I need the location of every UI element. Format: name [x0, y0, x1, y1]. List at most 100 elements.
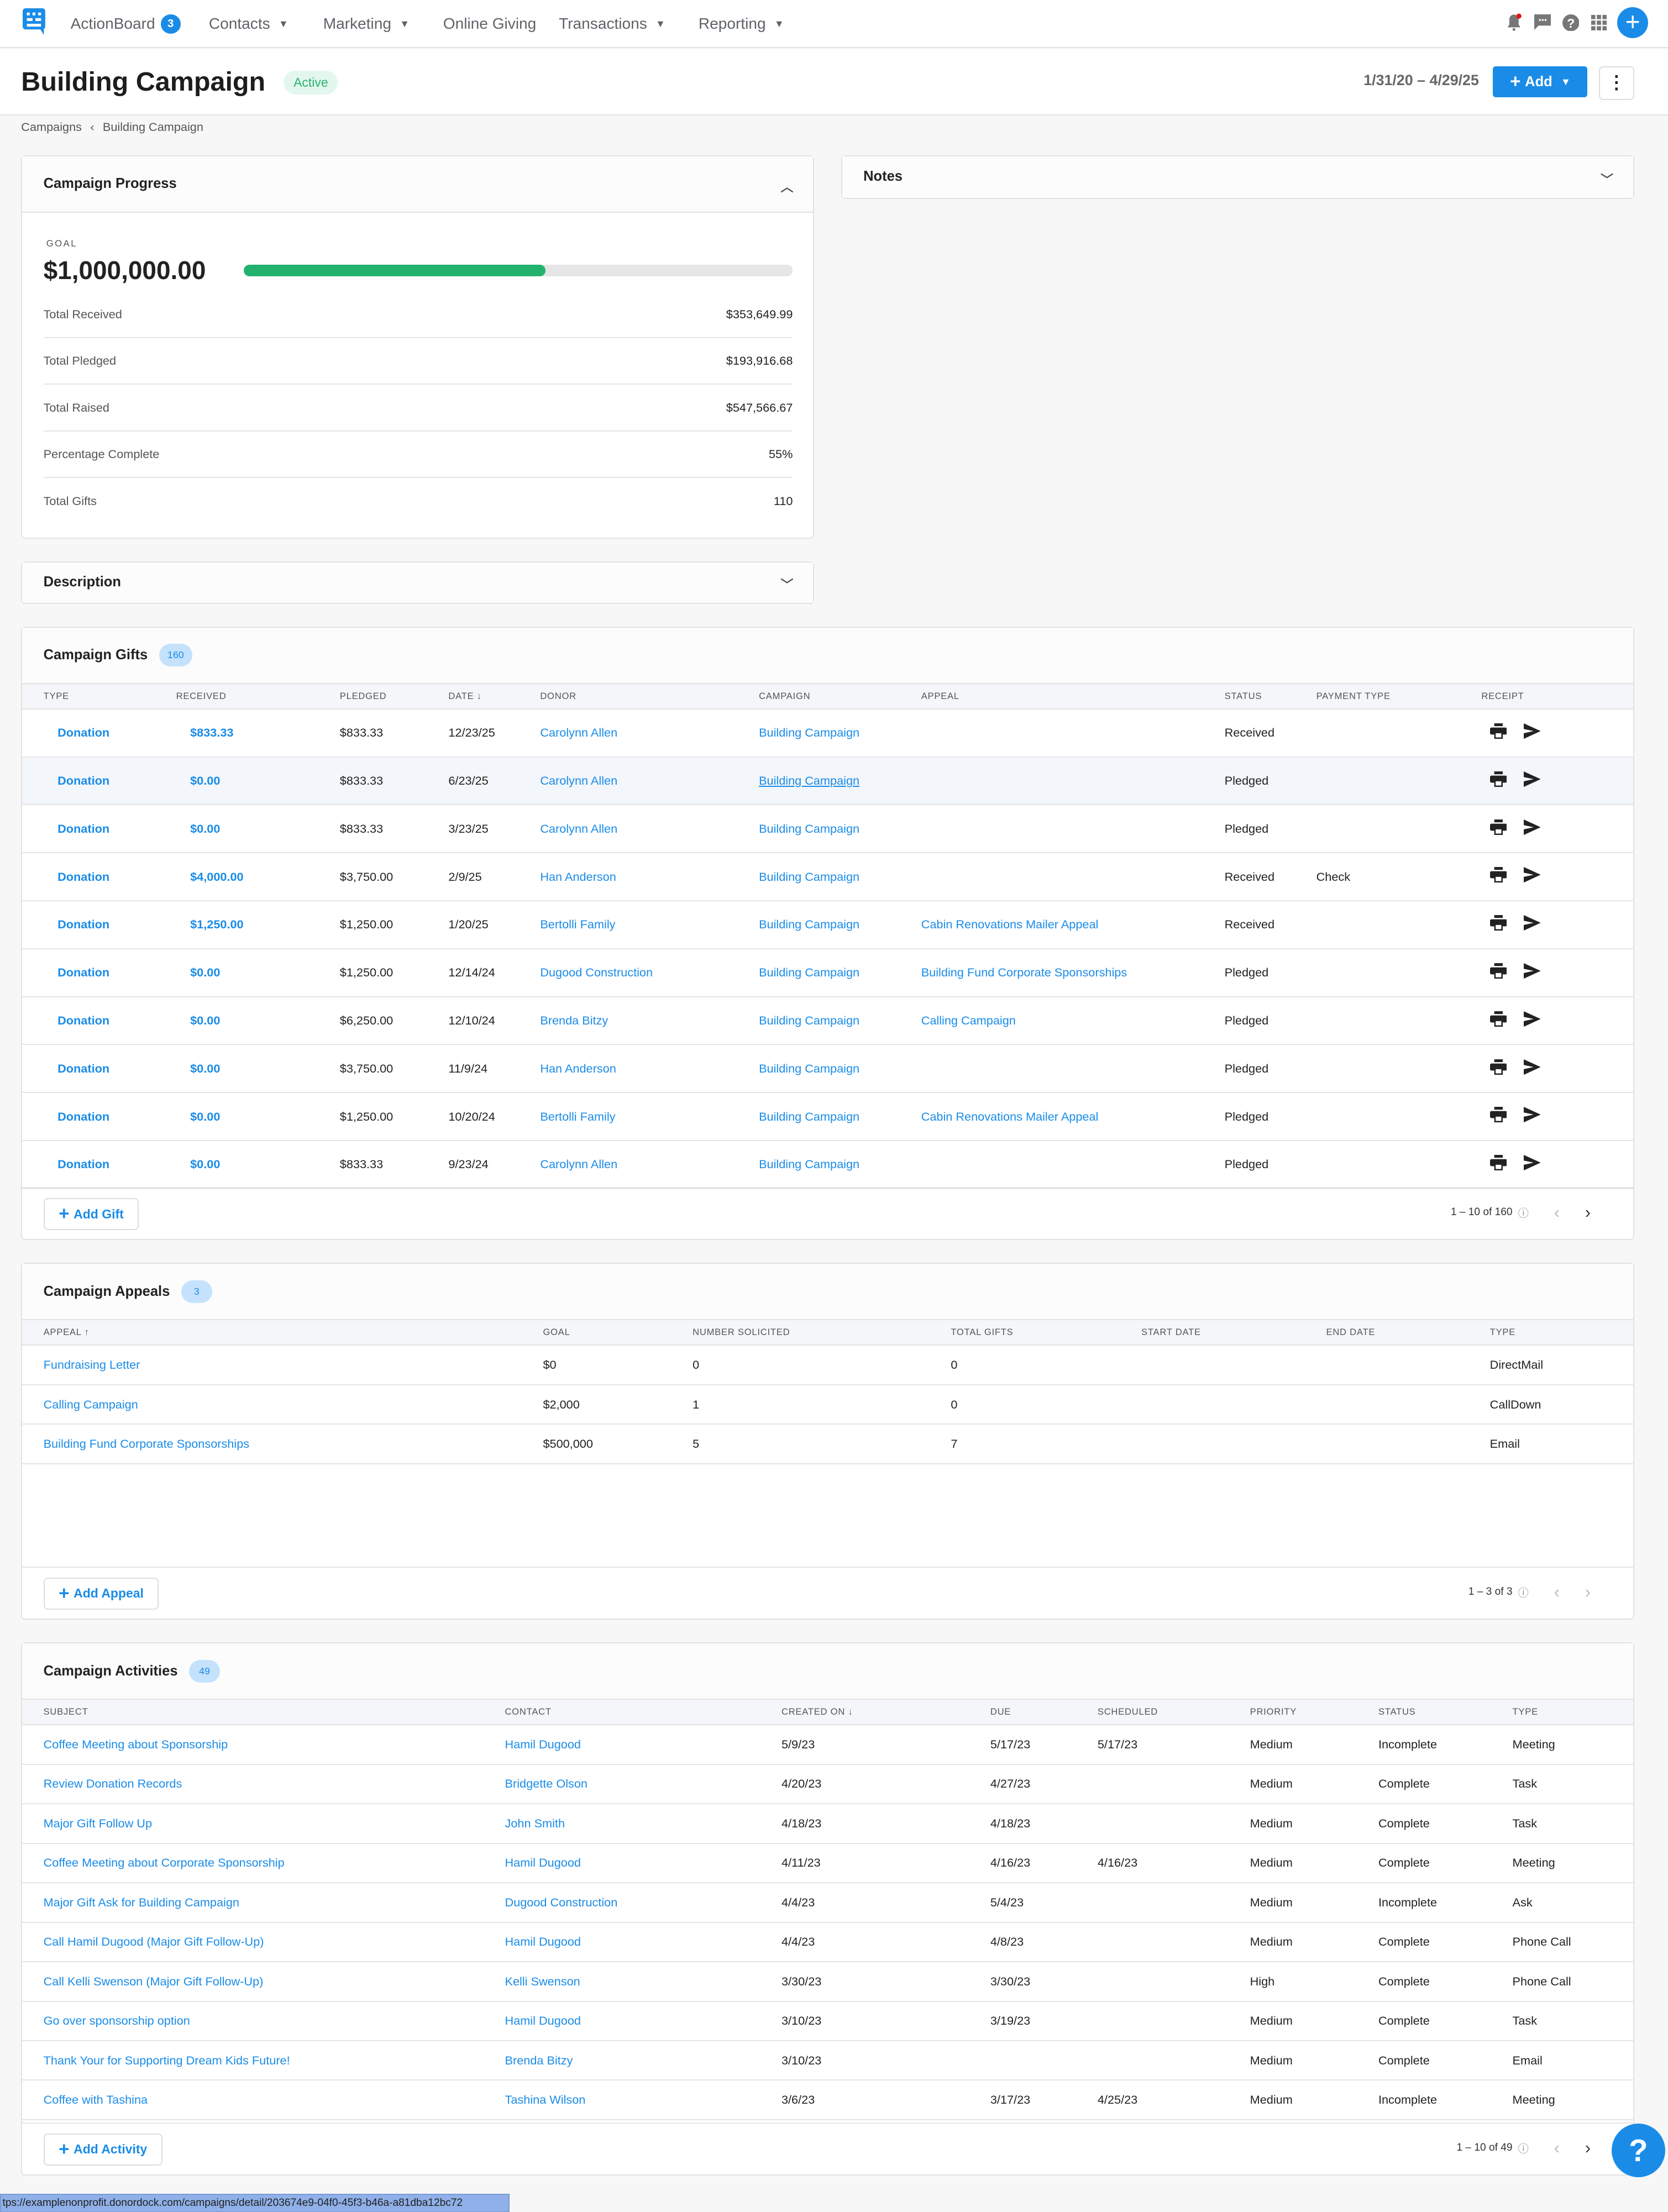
column-header[interactable]: Contact [505, 1706, 781, 1717]
column-header[interactable]: Payment Type [1316, 691, 1482, 702]
send-receipt-icon[interactable] [1524, 771, 1541, 790]
print-receipt-icon[interactable] [1490, 819, 1507, 838]
column-header[interactable]: Priority [1250, 1706, 1378, 1717]
received-amount[interactable]: $0.00 [176, 1110, 340, 1124]
column-header[interactable]: Scheduled [1098, 1706, 1250, 1717]
column-header[interactable]: Status [1225, 691, 1316, 702]
column-header[interactable]: End Date [1326, 1327, 1490, 1338]
donor-link[interactable]: Dugood Construction [540, 965, 759, 980]
print-receipt-icon[interactable] [1490, 915, 1507, 934]
column-header[interactable]: Pledged [340, 691, 449, 702]
received-amount[interactable]: $0.00 [176, 822, 340, 836]
campaign-link[interactable]: Building Campaign [759, 822, 921, 836]
contact-link[interactable]: Hamil Dugood [505, 1737, 781, 1752]
appeal-link[interactable]: Cabin Renovations Mailer Appeal [921, 917, 1225, 932]
gift-type[interactable]: Donation [44, 1062, 176, 1076]
contact-link[interactable]: Kelli Swenson [505, 1974, 781, 1989]
notes-header[interactable]: Notes﹀ [842, 156, 1633, 197]
help-icon[interactable]: ? [1561, 13, 1581, 33]
breadcrumb-campaigns[interactable]: Campaigns [21, 120, 82, 134]
received-amount[interactable]: $833.33 [176, 726, 340, 740]
help-chat-button[interactable]: ? [1612, 2124, 1665, 2177]
print-receipt-icon[interactable] [1490, 867, 1507, 886]
column-header[interactable]: Donor [540, 691, 759, 702]
campaign-link[interactable]: Building Campaign [759, 1013, 921, 1028]
received-amount[interactable]: $0.00 [176, 1062, 340, 1076]
gift-type[interactable]: Donation [44, 917, 176, 932]
received-amount[interactable]: $4,000.00 [176, 870, 340, 884]
column-header[interactable]: Goal [543, 1327, 693, 1338]
send-receipt-icon[interactable] [1524, 915, 1541, 934]
activity-subject-link[interactable]: Go over sponsorship option [44, 2014, 505, 2028]
received-amount[interactable]: $0.00 [176, 1013, 340, 1028]
chevron-up-icon[interactable]: ︿ [781, 176, 794, 195]
print-receipt-icon[interactable] [1490, 1011, 1507, 1030]
column-header[interactable]: Total Gifts [951, 1327, 1141, 1338]
activity-subject-link[interactable]: Coffee Meeting about Corporate Sponsorsh… [44, 1856, 505, 1870]
more-options-button[interactable]: ⋮ [1599, 66, 1634, 100]
donor-link[interactable]: Bertolli Family [540, 917, 759, 932]
donor-link[interactable]: Han Anderson [540, 870, 759, 884]
send-receipt-icon[interactable] [1524, 867, 1541, 886]
column-header[interactable]: Due [990, 1706, 1098, 1717]
campaign-link[interactable]: Building Campaign [759, 1062, 921, 1076]
donor-link[interactable]: Brenda Bitzy [540, 1013, 759, 1028]
contact-link[interactable]: Hamil Dugood [505, 1856, 781, 1870]
apps-grid-icon[interactable] [1589, 13, 1609, 33]
donor-link[interactable]: Bertolli Family [540, 1110, 759, 1124]
print-receipt-icon[interactable] [1490, 723, 1507, 742]
activity-subject-link[interactable]: Coffee Meeting about Sponsorship [44, 1737, 505, 1752]
send-receipt-icon[interactable] [1524, 1107, 1541, 1126]
appeal-link[interactable]: Building Fund Corporate Sponsorships [921, 965, 1225, 980]
print-receipt-icon[interactable] [1490, 771, 1507, 790]
gift-type[interactable]: Donation [44, 1110, 176, 1124]
contact-link[interactable]: John Smith [505, 1816, 781, 1831]
column-header[interactable]: Appeal ↑ [44, 1327, 543, 1338]
contact-link[interactable]: Bridgette Olson [505, 1777, 781, 1791]
campaign-link[interactable]: Building Campaign [759, 1110, 921, 1124]
activity-subject-link[interactable]: Thank Your for Supporting Dream Kids Fut… [44, 2053, 505, 2068]
contact-link[interactable]: Hamil Dugood [505, 2014, 781, 2028]
send-receipt-icon[interactable] [1524, 819, 1541, 838]
campaign-link[interactable]: Building Campaign [759, 774, 921, 788]
donor-link[interactable]: Carolynn Allen [540, 774, 759, 788]
campaign-link[interactable]: Building Campaign [759, 726, 921, 740]
nav-contacts[interactable]: Contacts▼ [209, 0, 289, 48]
received-amount[interactable]: $0.00 [176, 965, 340, 980]
print-receipt-icon[interactable] [1490, 1059, 1507, 1078]
activity-subject-link[interactable]: Call Hamil Dugood (Major Gift Follow-Up) [44, 1935, 505, 1949]
send-receipt-icon[interactable] [1524, 1011, 1541, 1030]
nav-marketing[interactable]: Marketing▼ [323, 0, 410, 48]
add-dropdown-button[interactable]: +Add▼ [1493, 66, 1587, 97]
campaign-link[interactable]: Building Campaign [759, 870, 921, 884]
gift-type[interactable]: Donation [44, 1157, 176, 1171]
send-receipt-icon[interactable] [1524, 963, 1541, 982]
gift-type[interactable]: Donation [44, 1013, 176, 1028]
campaign-link[interactable]: Building Campaign [759, 1157, 921, 1171]
column-header[interactable]: Received [176, 691, 340, 702]
print-receipt-icon[interactable] [1490, 1155, 1507, 1174]
column-header[interactable]: Receipt [1481, 691, 1633, 702]
send-receipt-icon[interactable] [1524, 1059, 1541, 1078]
nav-transactions[interactable]: Transactions▼ [559, 0, 665, 48]
messages-icon[interactable] [1533, 13, 1552, 33]
appeal-link[interactable]: Calling Campaign [44, 1397, 543, 1412]
column-header[interactable]: Type [44, 691, 176, 702]
add-appeal-button[interactable]: +Add Appeal [44, 1578, 159, 1610]
donor-link[interactable]: Carolynn Allen [540, 1157, 759, 1171]
send-receipt-icon[interactable] [1524, 723, 1541, 742]
activity-subject-link[interactable]: Call Kelli Swenson (Major Gift Follow-Up… [44, 1974, 505, 1989]
activity-subject-link[interactable]: Major Gift Ask for Building Campaign [44, 1895, 505, 1910]
prev-page-button[interactable]: ‹ [1554, 1585, 1560, 1600]
appeal-link[interactable]: Fundraising Letter [44, 1358, 543, 1372]
nav-actionboard[interactable]: ActionBoard3 [71, 0, 181, 48]
campaign-link[interactable]: Building Campaign [759, 917, 921, 932]
activity-subject-link[interactable]: Review Donation Records [44, 1777, 505, 1791]
gift-type[interactable]: Donation [44, 870, 176, 884]
chevron-down-icon[interactable]: ﹀ [1601, 169, 1613, 188]
add-activity-button[interactable]: +Add Activity [44, 2134, 162, 2166]
quick-add-button[interactable]: + [1617, 7, 1648, 38]
nav-reporting[interactable]: Reporting▼ [699, 0, 784, 48]
activity-subject-link[interactable]: Coffee with Tashina [44, 2093, 505, 2107]
campaign-link[interactable]: Building Campaign [759, 965, 921, 980]
